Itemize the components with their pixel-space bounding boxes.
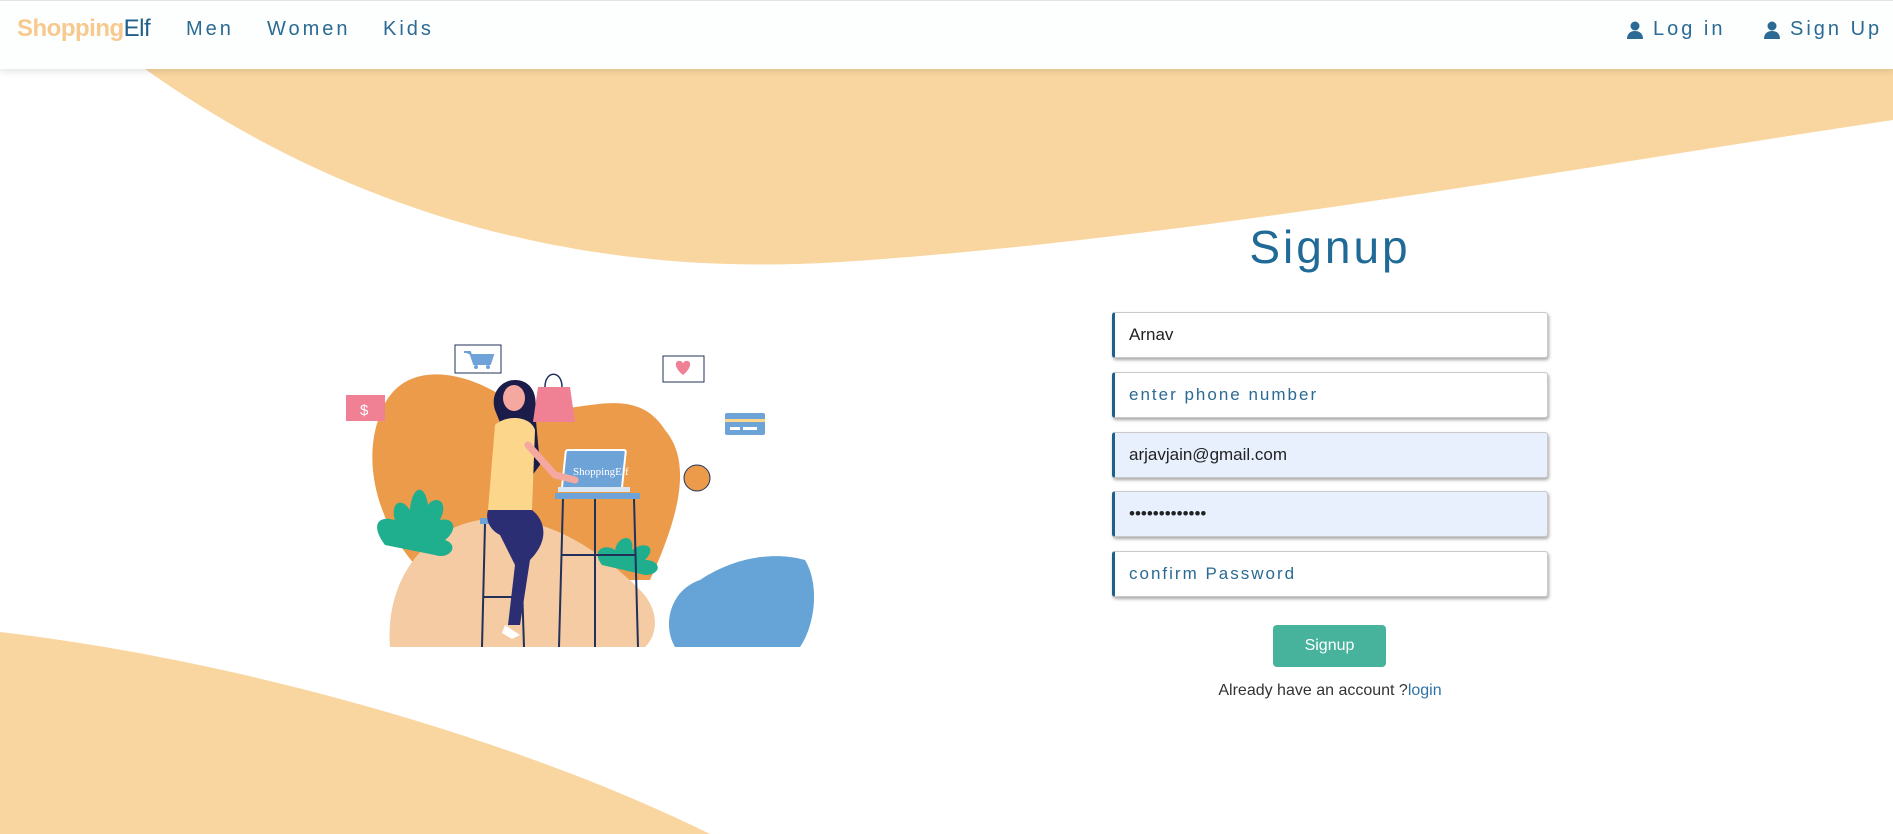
login-nav-label: Log in bbox=[1653, 18, 1726, 40]
navbar: ShoppingElf Men Women Kids Log in Sign U… bbox=[0, 0, 1893, 69]
signup-title: Signup bbox=[1249, 221, 1411, 273]
brand-part-elf: Elf bbox=[123, 15, 151, 42]
background-waves bbox=[0, 69, 1893, 834]
password-input[interactable] bbox=[1112, 491, 1548, 537]
nav-link-women[interactable]: Women bbox=[267, 18, 351, 41]
already-account-label: Already have an account ? bbox=[1218, 682, 1408, 699]
brand-logo[interactable]: ShoppingElf bbox=[17, 15, 151, 43]
credit-card-icon bbox=[725, 413, 765, 435]
laptop: ShoppingElf bbox=[558, 449, 630, 492]
dollar-sign-text: $ bbox=[360, 402, 369, 419]
phone-input[interactable] bbox=[1112, 372, 1548, 418]
name-input[interactable] bbox=[1112, 312, 1548, 358]
shopping-bag-icon bbox=[533, 373, 575, 422]
login-link[interactable]: login bbox=[1408, 682, 1442, 699]
cart-icon bbox=[454, 344, 502, 374]
heart-icon bbox=[662, 355, 705, 383]
nav-link-men[interactable]: Men bbox=[186, 18, 234, 41]
blue-blob bbox=[668, 556, 815, 647]
top-wave bbox=[145, 69, 1893, 265]
signup-submit-button[interactable]: Signup bbox=[1273, 625, 1386, 667]
signup-nav-label: Sign Up bbox=[1790, 18, 1883, 40]
signup-nav-link[interactable]: Sign Up bbox=[1762, 18, 1882, 41]
user-icon bbox=[1627, 21, 1643, 39]
brand-part-shopping: Shopping bbox=[17, 15, 124, 42]
nav-link-kids[interactable]: Kids bbox=[383, 18, 434, 41]
confirm-password-input[interactable] bbox=[1112, 551, 1548, 597]
bottom-wave bbox=[0, 632, 710, 834]
clock-icon bbox=[683, 464, 711, 492]
already-account-text: Already have an account ?login bbox=[1112, 682, 1548, 700]
email-input[interactable] bbox=[1112, 432, 1548, 478]
user-icon bbox=[1764, 21, 1780, 39]
shopping-illustration: ShoppingElf $ bbox=[346, 344, 815, 648]
dollar-icon: $ bbox=[346, 395, 385, 421]
login-nav-link[interactable]: Log in bbox=[1625, 18, 1726, 41]
laptop-logo-text: ShoppingElf bbox=[573, 466, 629, 478]
